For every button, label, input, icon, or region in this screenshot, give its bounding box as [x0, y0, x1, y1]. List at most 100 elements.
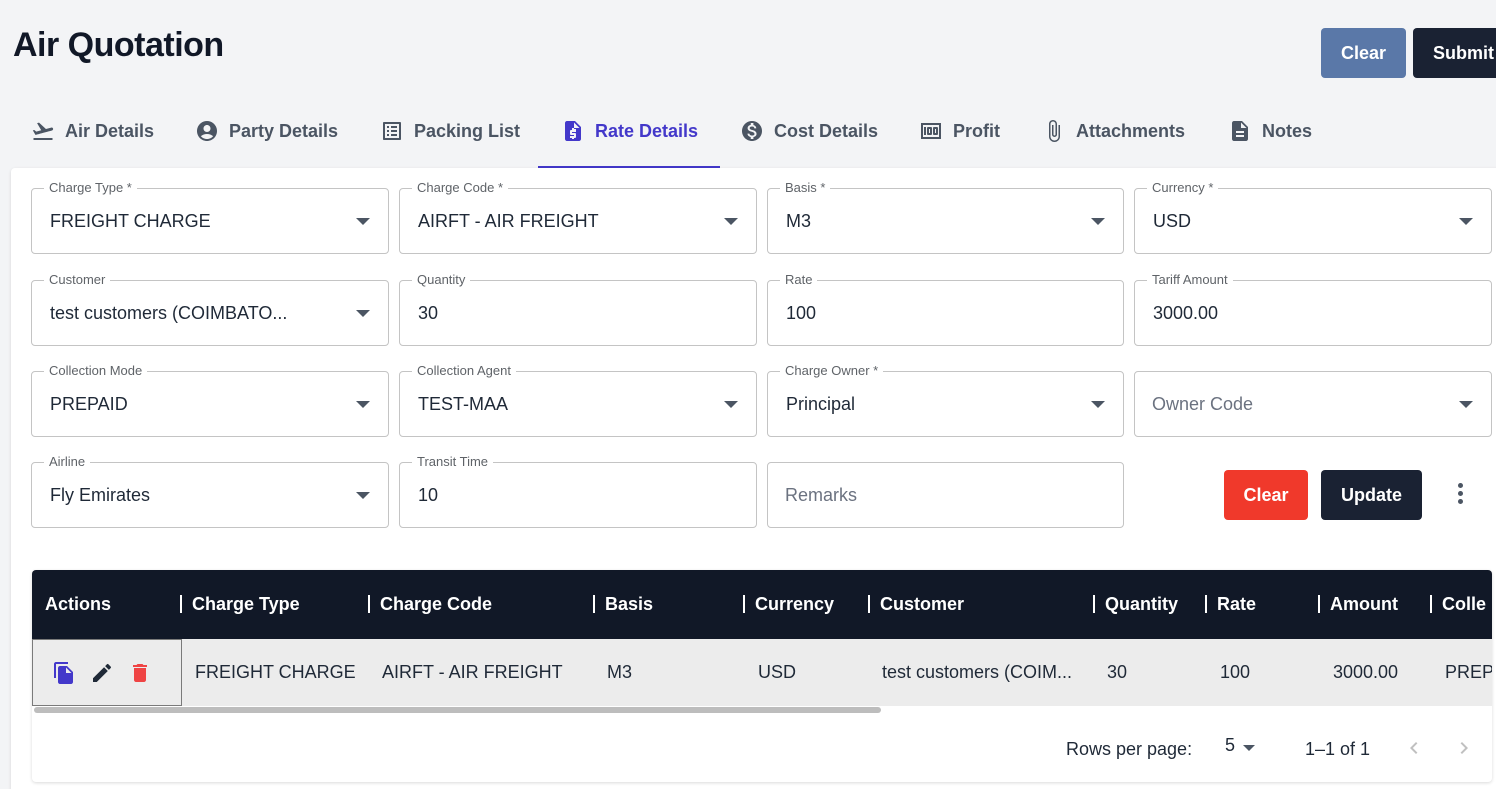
- prev-page-button[interactable]: [1402, 736, 1426, 760]
- rows-per-page-select[interactable]: 5: [1225, 735, 1235, 756]
- column-header-charge-type[interactable]: Charge Type: [180, 570, 300, 639]
- transit-time-input[interactable]: Transit Time 10: [399, 454, 757, 528]
- field-value: 10: [418, 485, 439, 505]
- paperclip-icon: [1049, 120, 1060, 142]
- next-page-button[interactable]: [1452, 736, 1476, 760]
- money-icon: [921, 123, 941, 139]
- table-pagination: Rows per page: 5 1–1 of 1: [32, 730, 1492, 770]
- cell-charge-code: AIRFT - AIR FREIGHT: [382, 662, 563, 682]
- tariff-amount-input[interactable]: Tariff Amount 3000.00: [1134, 272, 1492, 346]
- column-header-charge-code[interactable]: Charge Code: [368, 570, 492, 639]
- chevron-down-icon: [1091, 218, 1105, 225]
- column-header-currency[interactable]: Currency: [743, 570, 834, 639]
- dollar-document-icon: [565, 121, 581, 141]
- page-title: Air Quotation: [13, 26, 224, 64]
- field-value: USD: [1153, 211, 1192, 231]
- tab-label: Attachments: [1076, 120, 1186, 141]
- field-label: Basis *: [780, 180, 831, 195]
- airplane-takeoff-icon: [32, 122, 54, 140]
- airline-select[interactable]: Airline Fly Emirates: [31, 454, 389, 528]
- edit-icon[interactable]: [90, 661, 114, 685]
- field-placeholder: Remarks: [785, 485, 858, 505]
- field-value: test customers (COIMBATO...: [50, 303, 288, 323]
- update-button[interactable]: Update: [1321, 470, 1422, 520]
- chevron-down-icon: [356, 218, 370, 225]
- field-value: TEST-MAA: [418, 394, 509, 414]
- copy-icon[interactable]: [52, 661, 76, 685]
- field-label: Charge Code *: [412, 180, 508, 195]
- basis-select[interactable]: Basis * M3: [767, 180, 1124, 254]
- submit-button[interactable]: Submit: [1413, 28, 1496, 78]
- tab-label: Packing List: [414, 120, 521, 141]
- charge-code-select[interactable]: Charge Code * AIRFT - AIR FREIGHT: [399, 180, 757, 254]
- remarks-input[interactable]: Remarks: [767, 462, 1124, 528]
- field-value: 3000.00: [1153, 303, 1219, 323]
- tab-rate-details[interactable]: Rate Details: [561, 95, 698, 167]
- field-label: Charge Type *: [44, 180, 137, 195]
- list-icon: [383, 122, 401, 140]
- field-label: Collection Mode: [44, 363, 148, 378]
- tab-party-details[interactable]: Party Details: [195, 95, 338, 167]
- tab-label: Rate Details: [595, 120, 699, 141]
- rate-input[interactable]: Rate 100: [767, 272, 1124, 346]
- account-circle-icon: [197, 121, 217, 141]
- delete-icon[interactable]: [128, 661, 152, 685]
- charge-owner-select[interactable]: Charge Owner * Principal: [767, 363, 1124, 437]
- column-header-collection[interactable]: Colle: [1430, 570, 1486, 639]
- column-header-quantity[interactable]: Quantity: [1093, 570, 1178, 639]
- field-value: AIRFT - AIR FREIGHT: [418, 211, 599, 231]
- field-label: Charge Owner *: [780, 363, 884, 378]
- pagination-range: 1–1 of 1: [1305, 739, 1371, 759]
- cell-customer: test customers (COIM...: [882, 662, 1073, 682]
- field-label: Rate: [780, 272, 818, 287]
- table-row[interactable]: FREIGHT CHARGE AIRFT - AIR FREIGHT M3 US…: [32, 639, 1492, 706]
- horizontal-scrollbar[interactable]: [34, 707, 881, 713]
- column-header-amount[interactable]: Amount: [1318, 570, 1398, 639]
- collection-mode-select[interactable]: Collection Mode PREPAID: [31, 363, 389, 437]
- tab-packing-list[interactable]: Packing List: [380, 95, 520, 167]
- column-header-actions[interactable]: Actions: [45, 570, 111, 639]
- tab-notes[interactable]: Notes: [1228, 95, 1312, 167]
- collection-agent-select[interactable]: Collection Agent TEST-MAA: [399, 363, 757, 437]
- tab-cost-details[interactable]: Cost Details: [740, 95, 878, 167]
- chevron-down-icon: [1091, 401, 1105, 408]
- chevron-down-icon: [356, 401, 370, 408]
- customer-select[interactable]: Customer test customers (COIMBATO...: [31, 272, 389, 346]
- charge-type-select[interactable]: Charge Type * FREIGHT CHARGE: [31, 180, 389, 254]
- field-value: Fly Emirates: [50, 485, 151, 505]
- tab-air-details[interactable]: Air Details: [31, 95, 154, 167]
- tab-label: Party Details: [229, 120, 339, 141]
- field-value: M3: [786, 211, 812, 231]
- field-placeholder: Owner Code: [1152, 394, 1254, 414]
- field-value: 100: [786, 303, 817, 323]
- table-header: Actions Charge Type Charge Code Basis Cu…: [32, 570, 1492, 639]
- chevron-down-icon: [1459, 401, 1473, 408]
- tab-label: Notes: [1262, 120, 1313, 141]
- cell-basis: M3: [607, 662, 633, 682]
- field-label: Customer: [44, 272, 111, 287]
- chevron-down-icon: [356, 492, 370, 499]
- currency-select[interactable]: Currency * USD: [1134, 180, 1492, 254]
- field-label: Tariff Amount: [1147, 272, 1233, 287]
- chevron-down-icon: [356, 310, 370, 317]
- chevron-down-icon: [724, 401, 738, 408]
- form-clear-button[interactable]: Clear: [1224, 470, 1308, 520]
- cell-quantity: 30: [1107, 662, 1128, 682]
- column-header-basis[interactable]: Basis: [593, 570, 653, 639]
- tab-label: Profit: [953, 120, 1000, 141]
- field-value: 30: [418, 303, 439, 323]
- tab-profit[interactable]: Profit: [919, 95, 1000, 167]
- chevron-down-icon: [724, 218, 738, 225]
- chevron-right-icon: [1460, 742, 1468, 754]
- cell-collection: PREPA: [1445, 662, 1492, 682]
- more-vert-icon[interactable]: [1449, 480, 1471, 510]
- column-header-customer[interactable]: Customer: [868, 570, 964, 639]
- tab-attachments[interactable]: Attachments: [1042, 95, 1185, 167]
- owner-code-select[interactable]: Owner Code: [1134, 371, 1492, 437]
- cell-charge-type: FREIGHT CHARGE: [195, 662, 356, 682]
- column-header-rate[interactable]: Rate: [1205, 570, 1256, 639]
- chevron-down-icon[interactable]: [1243, 745, 1255, 751]
- header-clear-button[interactable]: Clear: [1321, 28, 1406, 78]
- quantity-input[interactable]: Quantity 30: [399, 272, 757, 346]
- cell-currency: USD: [758, 662, 797, 682]
